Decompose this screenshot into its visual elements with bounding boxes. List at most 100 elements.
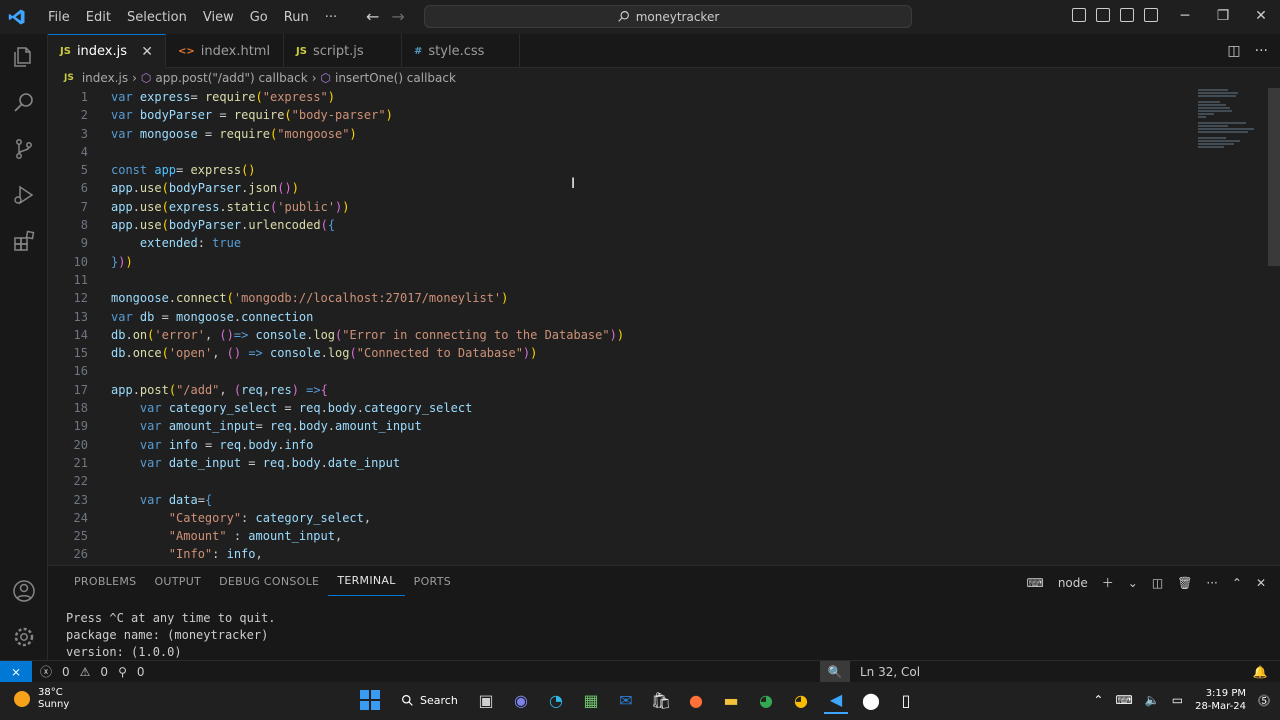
code-line[interactable]: extended: true	[111, 234, 624, 252]
error-count[interactable]: 0	[62, 665, 70, 679]
file-explorer-icon[interactable]: ▬	[719, 686, 743, 714]
tab-terminal[interactable]: TERMINAL	[328, 566, 405, 596]
toggle-primary-sidebar-icon[interactable]	[1072, 8, 1086, 22]
code-line[interactable]: app.use(express.static('public'))	[111, 198, 624, 216]
more-actions-icon[interactable]: ···	[1206, 576, 1217, 590]
terminal-output[interactable]: Press ^C at any time to quit. package na…	[48, 596, 1280, 661]
minimap[interactable]	[1198, 88, 1258, 158]
app-icon[interactable]: ⬤	[859, 686, 883, 714]
firefox-icon[interactable]: ●	[684, 686, 708, 714]
split-terminal-icon[interactable]: ◫	[1152, 576, 1163, 590]
breadcrumb-symbol-2[interactable]: insertOne() callback	[335, 71, 456, 85]
code-editor[interactable]: 1 2 3 4 5 6 7 8 9 10 11 12 13 14 15 16 1…	[48, 88, 1270, 560]
remote-indicator-icon[interactable]: ⨯	[0, 660, 32, 683]
code-line[interactable]	[111, 362, 624, 380]
code-line[interactable]: var date_input = req.body.date_input	[111, 454, 624, 472]
code-line[interactable]: }))	[111, 253, 624, 271]
customize-layout-icon[interactable]	[1144, 8, 1158, 22]
menu-more[interactable]: ···	[317, 10, 345, 25]
run-debug-icon[interactable]	[0, 172, 48, 218]
chevron-up-icon[interactable]: ⌃	[1093, 693, 1103, 707]
code-line[interactable]	[111, 472, 624, 490]
code-line[interactable]: app.use(bodyParser.json())	[111, 179, 624, 197]
clock[interactable]: 3:19 PM 28-Mar-24	[1195, 687, 1246, 713]
code-line[interactable]: "Category": category_select,	[111, 509, 624, 527]
chrome-alt-icon[interactable]: ◕	[789, 686, 813, 714]
code-line[interactable]: var data={	[111, 491, 624, 509]
warning-count[interactable]: 0	[100, 665, 108, 679]
code-line[interactable]: "Info": info,	[111, 545, 624, 560]
mail-icon[interactable]: ✉	[614, 686, 638, 714]
network-icon[interactable]: ⌨	[1115, 693, 1132, 707]
code-line[interactable]: var express= require("express")	[111, 88, 624, 106]
code-line[interactable]: var bodyParser = require("body-parser")	[111, 106, 624, 124]
tab-index-html[interactable]: <> index.html	[166, 34, 284, 68]
trash-icon[interactable]: 🗑	[1177, 576, 1192, 590]
breadcrumb-file[interactable]: index.js	[82, 71, 128, 85]
edge-browser-icon[interactable]: ◔	[544, 686, 568, 714]
command-center-search[interactable]: moneytracker	[424, 5, 912, 28]
menu-edit[interactable]: Edit	[78, 10, 119, 25]
more-actions-icon[interactable]: ···	[1255, 43, 1268, 59]
tab-ports[interactable]: PORTS	[405, 566, 460, 596]
task-view-icon[interactable]: ▣	[474, 686, 498, 714]
code-line[interactable]: var amount_input= req.body.amount_input	[111, 417, 624, 435]
chrome-icon[interactable]: ◕	[754, 686, 778, 714]
tab-style-css[interactable]: # style.css	[402, 34, 520, 68]
terminal-name[interactable]: node	[1058, 576, 1088, 590]
vscode-taskbar-icon[interactable]: ◀	[824, 686, 848, 714]
split-editor-icon[interactable]: ◫	[1227, 43, 1240, 59]
taskbar-search[interactable]: Search	[393, 686, 463, 714]
code-line[interactable]: mongoose.connect('mongodb://localhost:27…	[111, 289, 624, 307]
close-panel-icon[interactable]: ✕	[1256, 576, 1266, 590]
back-arrow-icon[interactable]: ←	[366, 7, 379, 26]
close-tab-icon[interactable]: ✕	[141, 44, 153, 60]
code-line[interactable]: var info = req.body.info	[111, 436, 624, 454]
teams-chat-icon[interactable]: ◉	[509, 686, 533, 714]
battery-icon[interactable]: ▭	[1172, 693, 1183, 707]
new-terminal-icon[interactable]: ＋	[1102, 574, 1114, 591]
ports-count[interactable]: 0	[137, 665, 145, 679]
source-control-icon[interactable]	[0, 126, 48, 172]
restore-button[interactable]: ❐	[1204, 0, 1242, 32]
code-line[interactable]: "Amount" : amount_input,	[111, 527, 624, 545]
code-line[interactable]: var category_select = req.body.category_…	[111, 399, 624, 417]
explorer-icon[interactable]	[0, 34, 48, 80]
close-window-button[interactable]: ✕	[1242, 0, 1280, 32]
toggle-panel-icon[interactable]	[1096, 8, 1110, 22]
code-line[interactable]: var mongoose = require("mongoose")	[111, 125, 624, 143]
code-line[interactable]	[111, 143, 624, 161]
notifications-bell-icon[interactable]: 🔔	[1240, 665, 1280, 679]
tab-script-js[interactable]: JS script.js	[284, 34, 402, 68]
tab-problems[interactable]: PROBLEMS	[65, 566, 145, 596]
minimize-button[interactable]: ─	[1166, 0, 1204, 32]
widgets-icon[interactable]: ▦	[579, 686, 603, 714]
code-line[interactable]: app.use(bodyParser.urlencoded({	[111, 216, 624, 234]
notepad-icon[interactable]: ▯	[894, 686, 918, 714]
store-icon[interactable]: 🛍	[649, 686, 673, 714]
settings-gear-icon[interactable]	[0, 614, 48, 660]
menu-view[interactable]: View	[195, 10, 242, 25]
extensions-icon[interactable]	[0, 218, 48, 264]
chevron-down-icon[interactable]: ⌄	[1128, 576, 1138, 590]
code-line[interactable]: var db = mongoose.connection	[111, 308, 624, 326]
maximize-panel-icon[interactable]: ⌃	[1232, 576, 1242, 590]
cursor-position[interactable]: Ln 32, Col	[860, 665, 1240, 679]
tab-output[interactable]: OUTPUT	[145, 566, 210, 596]
tab-index-js[interactable]: JS index.js ✕	[48, 34, 166, 68]
ports-icon[interactable]: ⚲	[118, 665, 127, 679]
menu-file[interactable]: File	[40, 10, 78, 25]
code-line[interactable]: db.on('error', ()=> console.log("Error i…	[111, 326, 624, 344]
editor-scrollbar[interactable]	[1268, 88, 1280, 266]
start-button[interactable]	[358, 686, 382, 714]
zoom-icon[interactable]: 🔍	[820, 661, 850, 683]
menu-selection[interactable]: Selection	[119, 10, 195, 25]
error-icon[interactable]: ⓧ	[40, 663, 52, 680]
code-line[interactable]: app.post("/add", (req,res) =>{	[111, 381, 624, 399]
menu-run[interactable]: Run	[276, 10, 317, 25]
tab-debug-console[interactable]: DEBUG CONSOLE	[210, 566, 328, 596]
code-line[interactable]: const app= express()	[111, 161, 624, 179]
code-line[interactable]: db.once('open', () => console.log("Conne…	[111, 344, 624, 362]
breadcrumb-symbol-1[interactable]: app.post("/add") callback	[155, 71, 307, 85]
forward-arrow-icon[interactable]: →	[391, 7, 404, 26]
